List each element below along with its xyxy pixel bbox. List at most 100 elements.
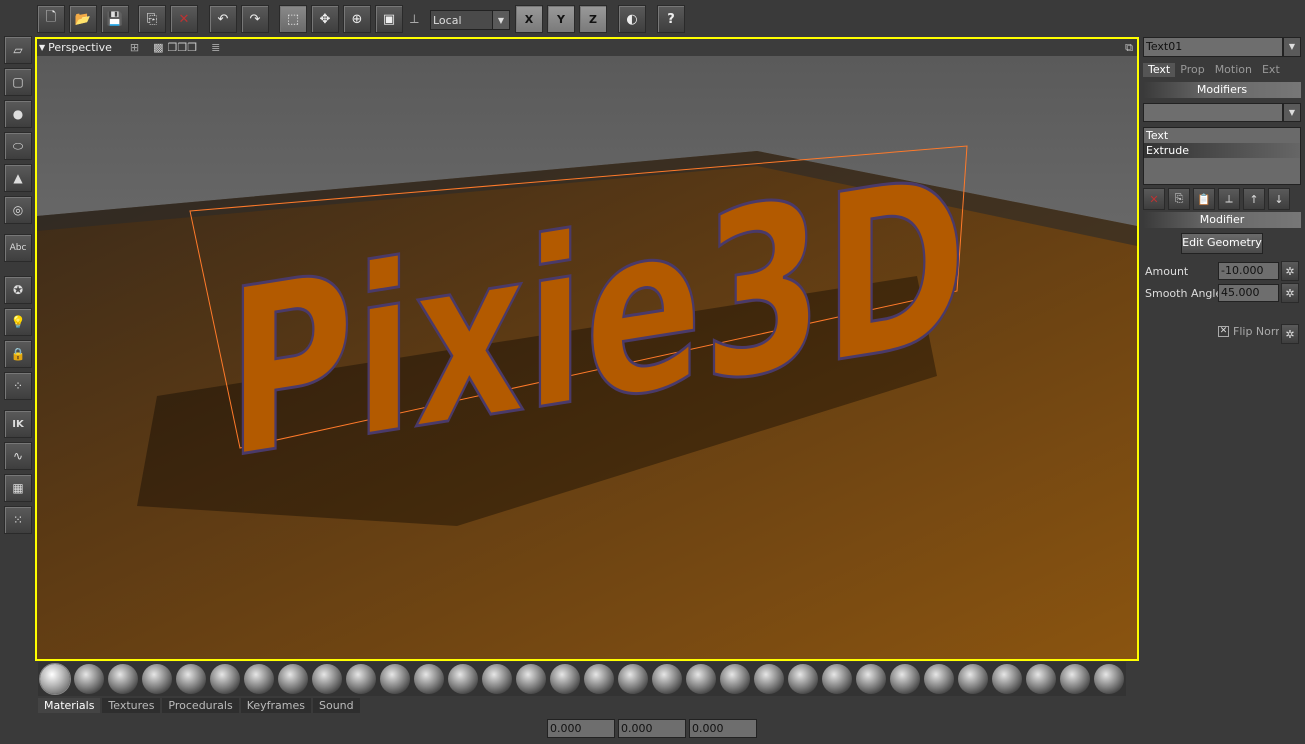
paste-icon[interactable]: 📋 [1193, 188, 1215, 210]
axis-icon[interactable]: ⟂ [1218, 188, 1240, 210]
material-swatch[interactable] [482, 664, 512, 694]
tab-text[interactable]: Text [1143, 63, 1176, 77]
dots-icon[interactable]: ⁙ [4, 506, 32, 534]
delete-icon[interactable]: ✕ [170, 5, 198, 33]
material-swatch[interactable] [448, 664, 478, 694]
viewport[interactable]: ▼ Perspective ⊞ ▩ ❐❐❐ ≣ ⧉ Pixie3D [35, 37, 1139, 661]
flip-normals-checkbox[interactable]: ✕ [1218, 326, 1229, 337]
material-swatch[interactable] [74, 664, 104, 694]
smooth-angle-field[interactable]: 45.000 [1218, 284, 1279, 302]
material-swatch[interactable] [618, 664, 648, 694]
material-swatch[interactable] [958, 664, 988, 694]
list-item[interactable]: Text [1144, 128, 1300, 143]
list-icon[interactable]: ≣ [211, 41, 220, 54]
move-icon[interactable]: ✥ [311, 5, 339, 33]
help-icon[interactable]: ? [657, 5, 685, 33]
axis-z-button[interactable]: Z [579, 5, 607, 33]
material-swatch[interactable] [720, 664, 750, 694]
material-swatch[interactable] [346, 664, 376, 694]
down-arrow-icon[interactable]: ↓ [1268, 188, 1290, 210]
tab-ext[interactable]: Ext [1257, 63, 1285, 77]
lock-icon[interactable]: 🔒 [4, 340, 32, 368]
material-swatch[interactable] [516, 664, 546, 694]
tab-keyframes[interactable]: Keyframes [240, 698, 311, 713]
open-folder-icon[interactable]: 📂 [69, 5, 97, 33]
tab-procedurals[interactable]: Procedurals [162, 698, 239, 713]
axis-y-button[interactable]: Y [547, 5, 575, 33]
particles-icon[interactable]: ⁘ [4, 372, 32, 400]
undo-icon[interactable]: ↶ [209, 5, 237, 33]
material-swatch[interactable] [686, 664, 716, 694]
material-swatch[interactable] [992, 664, 1022, 694]
ik-icon[interactable]: IK [4, 410, 32, 438]
light-icon[interactable]: 💡 [4, 308, 32, 336]
save-icon[interactable]: 💾 [101, 5, 129, 33]
new-file-icon[interactable]: 🗋 [37, 5, 65, 33]
tab-textures[interactable]: Textures [102, 698, 161, 713]
scene-3d[interactable]: Pixie3D [37, 56, 1137, 659]
copy-icon[interactable]: ⎘ [1168, 188, 1190, 210]
text-icon[interactable]: Abc [4, 234, 32, 262]
material-swatch[interactable] [890, 664, 920, 694]
up-arrow-icon[interactable]: ↑ [1243, 188, 1265, 210]
tab-sound[interactable]: Sound [313, 698, 360, 713]
amount-field[interactable]: -10.000 [1218, 262, 1279, 280]
object-select[interactable]: Text01 ▼ [1143, 37, 1301, 57]
material-swatch[interactable] [278, 664, 308, 694]
material-swatch[interactable] [210, 664, 240, 694]
plane-icon[interactable]: ▱ [4, 36, 32, 64]
shading-icon[interactable]: ▩ [153, 41, 163, 54]
cone-icon[interactable]: ▲ [4, 164, 32, 192]
rotate-icon[interactable]: ⊕ [343, 5, 371, 33]
maximize-icon[interactable]: ⧉ [1125, 41, 1133, 55]
material-swatch[interactable] [822, 664, 852, 694]
material-swatch[interactable] [312, 664, 342, 694]
material-swatch[interactable] [652, 664, 682, 694]
list-item[interactable]: Extrude [1144, 143, 1300, 158]
material-swatch[interactable] [1094, 664, 1124, 694]
edit-geometry-button[interactable]: Edit Geometry [1181, 233, 1263, 254]
scale-icon[interactable]: ▣ [375, 5, 403, 33]
tab-motion[interactable]: Motion [1210, 63, 1257, 77]
material-swatch[interactable] [788, 664, 818, 694]
material-swatch[interactable] [550, 664, 580, 694]
curve-icon[interactable]: ∿ [4, 442, 32, 470]
gear-icon[interactable]: ✲ [1281, 261, 1299, 281]
material-swatch[interactable] [856, 664, 886, 694]
cube-icon[interactable]: ▢ [4, 68, 32, 96]
coord-system-select[interactable]: Local ▼ [430, 10, 510, 30]
material-swatch[interactable] [584, 664, 614, 694]
copy-icon[interactable]: ⎘ [138, 5, 166, 33]
camera-icon[interactable]: ✪ [4, 276, 32, 304]
coord-z-field[interactable]: 0.000 [689, 719, 757, 738]
material-swatch[interactable] [142, 664, 172, 694]
material-swatch[interactable] [380, 664, 410, 694]
render-icon[interactable]: ◐ [618, 5, 646, 33]
material-swatch[interactable] [176, 664, 206, 694]
delete-icon[interactable]: ✕ [1143, 188, 1165, 210]
layout-icon[interactable]: ❐❐❐ [168, 41, 198, 54]
material-swatch[interactable] [39, 663, 71, 695]
coord-x-field[interactable]: 0.000 [547, 719, 615, 738]
material-swatch[interactable] [1026, 664, 1056, 694]
material-swatch[interactable] [754, 664, 784, 694]
material-swatch[interactable] [244, 664, 274, 694]
axis-x-button[interactable]: X [515, 5, 543, 33]
grid-icon[interactable]: ▦ [4, 474, 32, 502]
redo-icon[interactable]: ↷ [241, 5, 269, 33]
select-icon[interactable]: ⬚ [279, 5, 307, 33]
cylinder-icon[interactable]: ⬭ [4, 132, 32, 160]
chevron-down-icon[interactable]: ▼ [39, 43, 45, 52]
grid-toggle-icon[interactable]: ⊞ [130, 41, 139, 54]
material-swatch[interactable] [924, 664, 954, 694]
material-swatch[interactable] [414, 664, 444, 694]
gear-icon[interactable]: ✲ [1281, 283, 1299, 303]
sphere-icon[interactable]: ● [4, 100, 32, 128]
modifier-select[interactable]: ▼ [1143, 103, 1301, 122]
coord-y-field[interactable]: 0.000 [618, 719, 686, 738]
viewport-label[interactable]: Perspective [48, 41, 112, 54]
torus-icon[interactable]: ◎ [4, 196, 32, 224]
tab-materials[interactable]: Materials [38, 698, 101, 713]
material-swatch[interactable] [1060, 664, 1090, 694]
material-swatch[interactable] [108, 664, 138, 694]
